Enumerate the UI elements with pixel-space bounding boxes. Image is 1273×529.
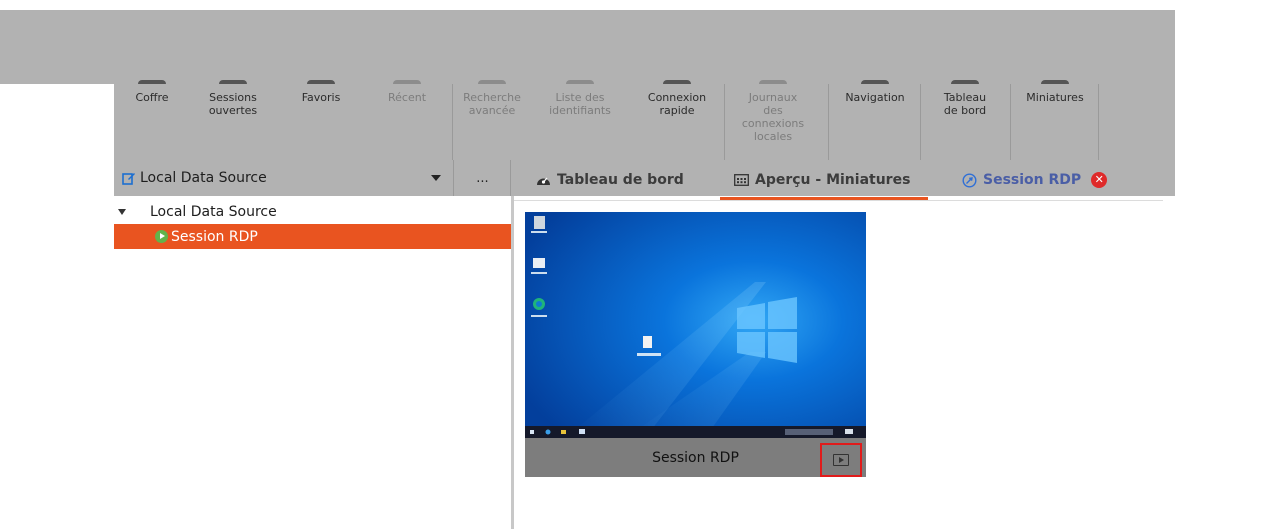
datasource-label: Local Data Source (140, 170, 267, 186)
expand-triangle-icon[interactable] (118, 209, 126, 215)
miniatures-icon (1041, 80, 1069, 84)
open-session-button[interactable] (820, 443, 862, 477)
dashboard-ribbon-icon (951, 80, 979, 84)
ribbon-button-recent[interactable]: Récent (372, 80, 442, 160)
app-window: Coffre Sessions ouvertes Favoris Récent … (0, 0, 1273, 529)
advanced-search-icon (478, 80, 506, 84)
datasource-selector[interactable]: Local Data Source (114, 160, 454, 196)
datasource-more-button[interactable]: ... (455, 160, 511, 196)
navigation-tree: Local Data Source Session RDP (114, 200, 511, 249)
clock-icon (393, 80, 421, 84)
ribbon-separator (828, 84, 829, 160)
ribbon-button-navigation[interactable]: Navigation (830, 80, 920, 160)
thumbnails-icon (734, 174, 749, 186)
ribbon-button-connexion-rapide[interactable]: Connexion rapide (632, 80, 722, 160)
datasource-edit-icon (122, 171, 136, 185)
chevron-down-icon[interactable] (431, 175, 441, 181)
ribbon-button-favoris[interactable]: Favoris (286, 80, 356, 160)
tab-session-rdp[interactable]: Session RDP ✕ (962, 160, 1108, 200)
session-running-icon (155, 230, 168, 243)
close-icon[interactable]: ✕ (1091, 172, 1108, 188)
tab-tableau-de-bord[interactable]: Tableau de bord (536, 160, 684, 200)
ribbon-separator (724, 84, 725, 160)
star-icon (307, 80, 335, 84)
ribbon-button-recherche-avancee[interactable]: Recherche avancée (454, 80, 530, 160)
ribbon-button-sessions-ouvertes[interactable]: Sessions ouvertes (198, 80, 268, 160)
tree-root-local-data-source[interactable]: Local Data Source (114, 200, 511, 224)
ribbon-separator (920, 84, 921, 160)
ribbon-button-journaux[interactable]: Journaux des connexions locales (728, 80, 818, 160)
play-icon (833, 454, 849, 466)
rdp-icon (962, 172, 977, 188)
tab-bar-border (512, 200, 1163, 201)
logs-icon (759, 80, 787, 84)
ribbon-separator (452, 84, 453, 160)
tree-item-session-rdp[interactable]: Session RDP (114, 224, 511, 249)
credentials-icon (566, 80, 594, 84)
dashboard-icon (536, 174, 551, 186)
vault-icon (138, 80, 166, 84)
open-sessions-icon (219, 80, 247, 84)
ribbon-separator (1010, 84, 1011, 160)
pane-splitter[interactable] (511, 196, 514, 529)
document-tabs: Tableau de bord Aperçu - Miniatures Sess… (512, 160, 1175, 200)
ribbon-button-liste-identifiants[interactable]: Liste des identifiants (540, 80, 620, 160)
thumbnail-caption: Session RDP (525, 438, 866, 477)
quick-connect-icon (663, 80, 691, 84)
ribbon-toolbar: Coffre Sessions ouvertes Favoris Récent … (114, 80, 1175, 160)
tab-apercu-miniatures[interactable]: Aperçu - Miniatures (720, 160, 929, 200)
ribbon-button-coffre[interactable]: Coffre (114, 80, 190, 160)
navigation-icon (861, 80, 889, 84)
ribbon-button-miniatures[interactable]: Miniatures (1012, 80, 1098, 160)
session-thumbnail[interactable]: Session RDP (525, 212, 866, 477)
ribbon-button-tableau-de-bord[interactable]: Tableau de bord (922, 80, 1008, 160)
ribbon-separator (1098, 84, 1099, 160)
gray-overlay (0, 10, 1175, 84)
remote-desktop-preview (525, 212, 866, 438)
